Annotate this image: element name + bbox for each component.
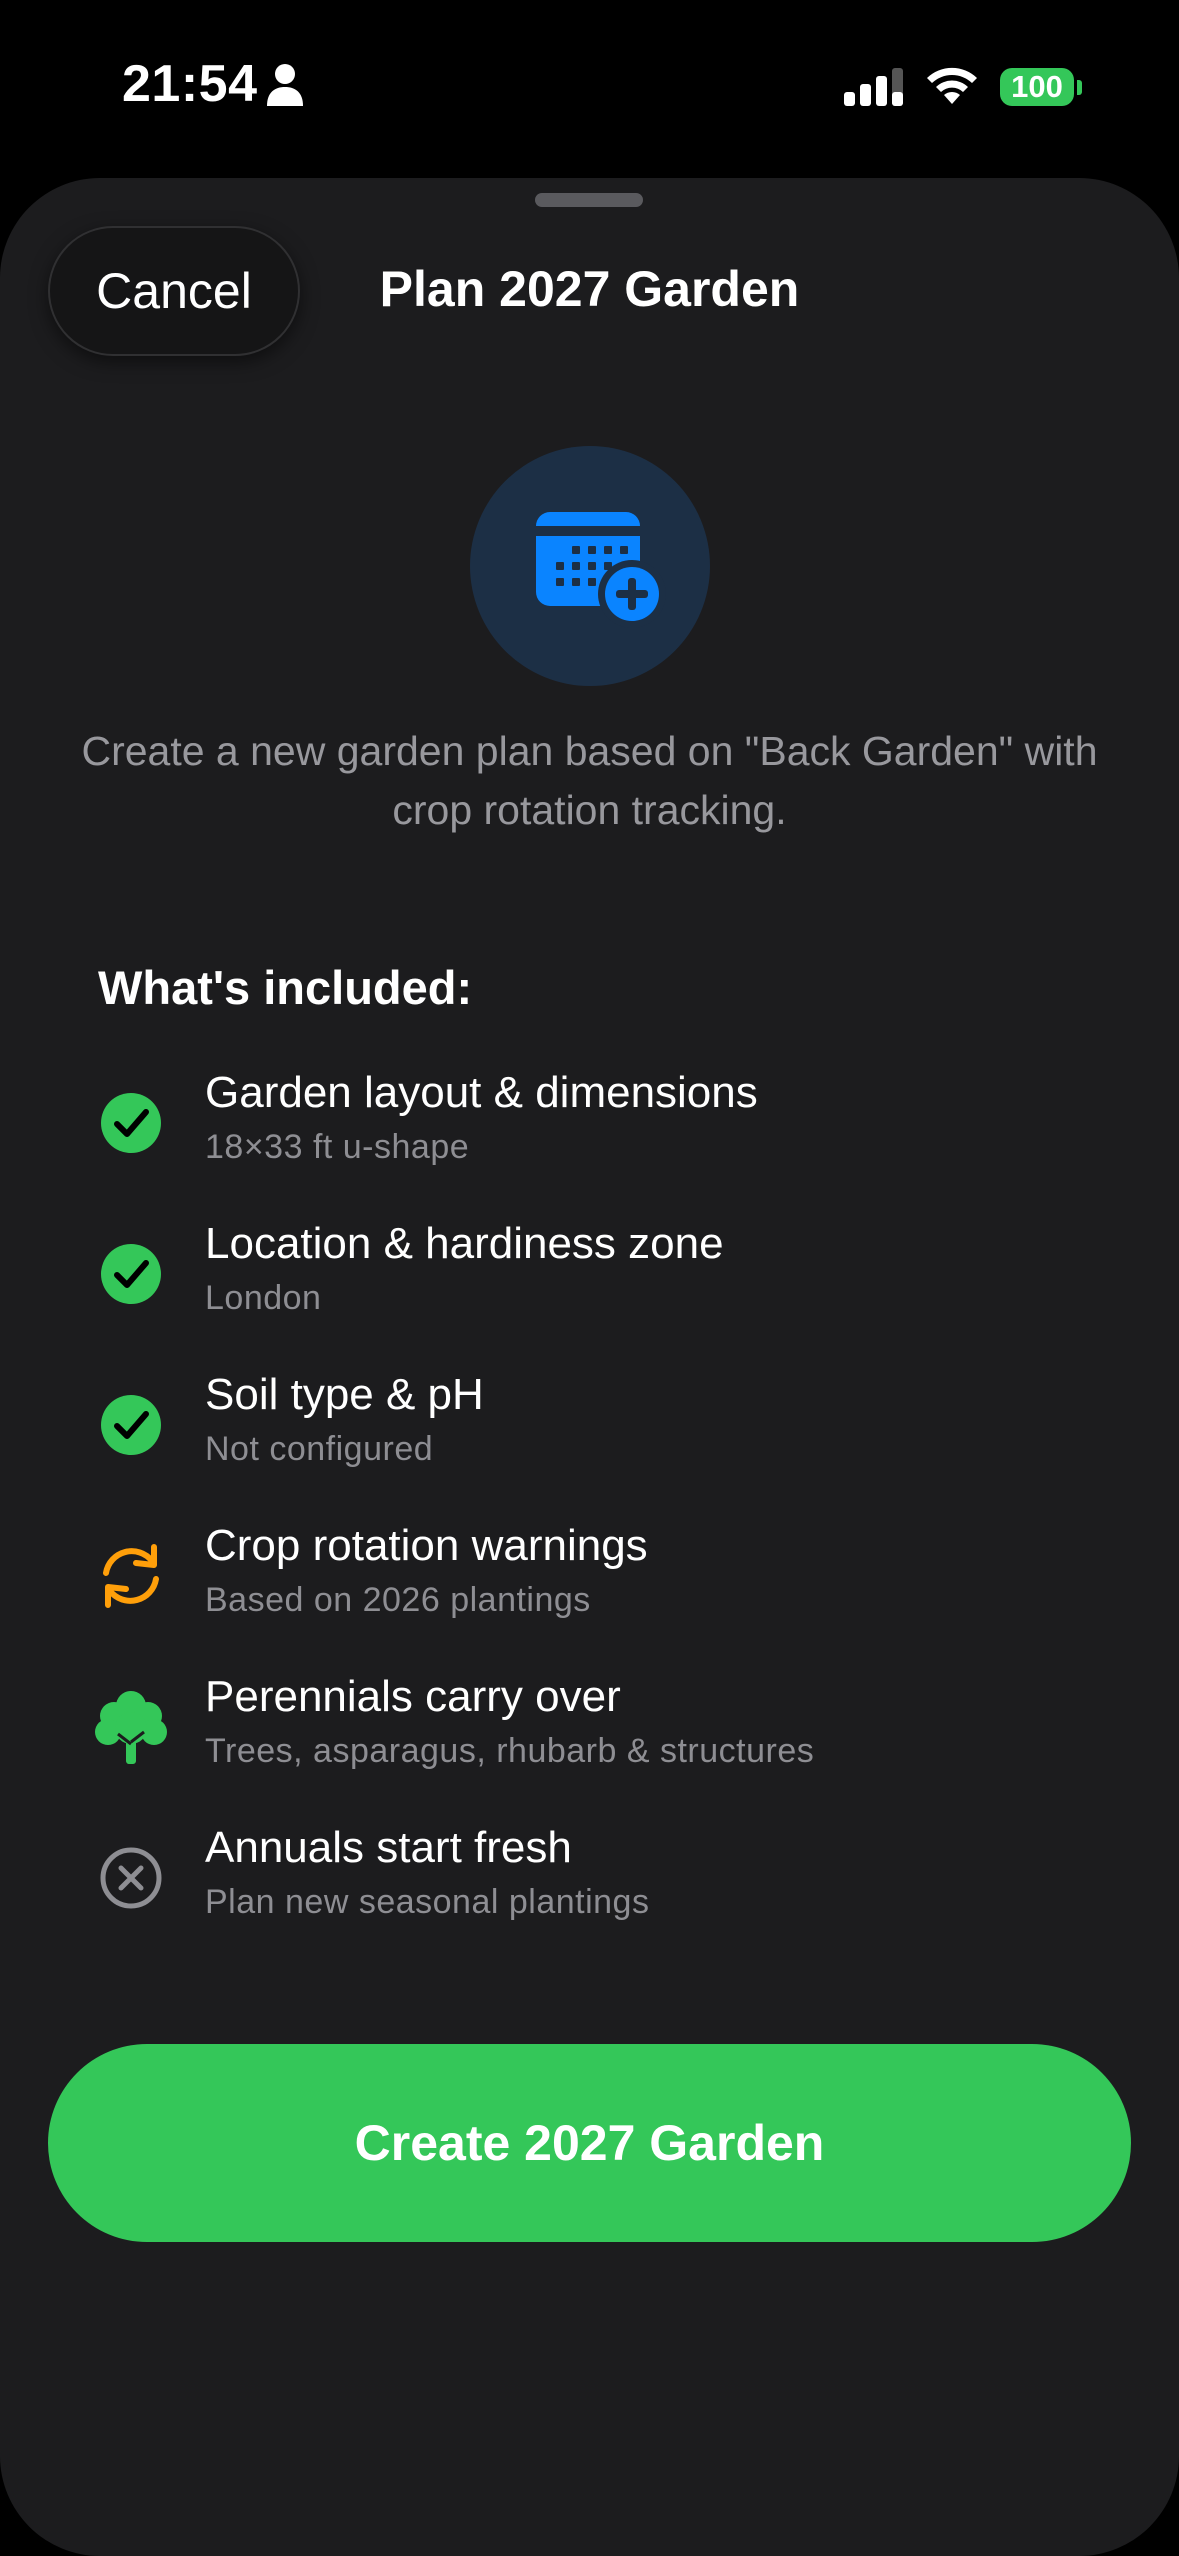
item-subtitle: Based on 2026 plantings	[205, 1581, 591, 1619]
wifi-icon	[927, 67, 977, 104]
checkmark-circle-icon	[101, 1093, 161, 1153]
included-item-location: Location & hardiness zone London	[0, 1219, 1179, 1339]
included-item-soil: Soil type & pH Not configured	[0, 1370, 1179, 1490]
included-item-layout: Garden layout & dimensions 18×33 ft u-sh…	[0, 1068, 1179, 1188]
battery-cap	[1077, 80, 1082, 95]
item-title: Location & hardiness zone	[205, 1219, 724, 1268]
included-heading: What's included:	[98, 961, 473, 1014]
status-time: 21:54	[122, 55, 258, 113]
item-title: Crop rotation warnings	[205, 1521, 648, 1570]
sheet-grabber[interactable]	[535, 193, 643, 207]
plan-description: Create a new garden plan based on "Back …	[81, 728, 1098, 833]
checkmark-circle-icon	[101, 1244, 161, 1304]
battery-indicator: 100	[1000, 68, 1074, 106]
item-title: Garden layout & dimensions	[205, 1068, 758, 1117]
item-subtitle: London	[205, 1279, 322, 1317]
cellular-signal-icon	[844, 68, 903, 106]
tree-icon	[95, 1691, 167, 1764]
status-bar: 21:54 100	[0, 0, 1179, 175]
calendar-plus-icon	[536, 512, 666, 628]
item-subtitle: 18×33 ft u-shape	[205, 1128, 470, 1166]
create-garden-button[interactable]: Create 2027 Garden	[48, 2044, 1131, 2242]
item-subtitle: Not configured	[205, 1430, 434, 1468]
xmark-circle-icon	[100, 1847, 162, 1909]
item-subtitle: Plan new seasonal plantings	[205, 1883, 650, 1921]
sheet-title: Plan 2027 Garden	[379, 261, 800, 317]
item-title: Annuals start fresh	[205, 1823, 572, 1872]
included-item-perennials: Perennials carry over Trees, asparagus, …	[0, 1672, 1179, 1792]
rotation-arrows-icon	[103, 1544, 159, 1608]
item-title: Soil type & pH	[205, 1370, 484, 1419]
person-icon	[267, 64, 303, 106]
item-subtitle: Trees, asparagus, rhubarb & structures	[205, 1732, 815, 1770]
checkmark-circle-icon	[101, 1395, 161, 1455]
item-title: Perennials carry over	[205, 1672, 621, 1721]
included-item-rotation: Crop rotation warnings Based on 2026 pla…	[0, 1521, 1179, 1641]
included-item-annuals: Annuals start fresh Plan new seasonal pl…	[0, 1823, 1179, 1943]
